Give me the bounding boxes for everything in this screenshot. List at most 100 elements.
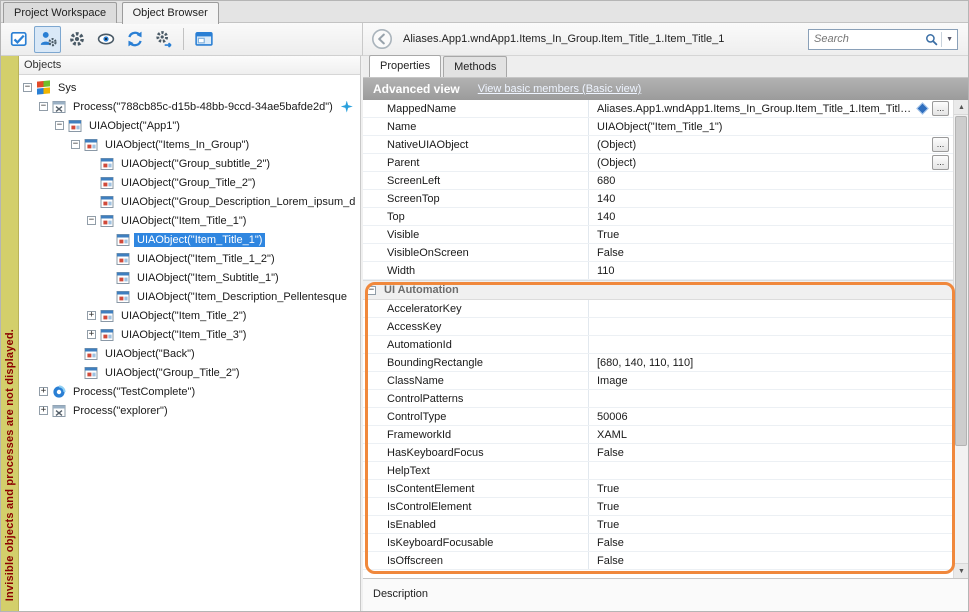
property-row[interactable]: BoundingRectangle[680, 140, 110, 110] [363,354,953,372]
property-row[interactable]: VisibleOnScreenFalse [363,244,953,262]
property-row[interactable]: ControlType50006 [363,408,953,426]
property-value: XAML [589,426,953,443]
property-name: Name [363,118,589,135]
tree-item[interactable]: UIAObject("Item_Subtitle_1") [19,268,360,287]
scrollbar-thumb[interactable] [955,116,967,446]
property-row[interactable]: AutomationId [363,336,953,354]
vertical-scrollbar[interactable]: ▲ ▼ [953,100,968,578]
expand-icon[interactable]: + [39,406,48,415]
ellipsis-button[interactable]: ... [932,101,949,116]
search-dropdown-icon[interactable]: ▼ [945,36,957,43]
tree-item[interactable]: +Process("TestComplete") [19,382,360,401]
property-name: HelpText [363,462,589,479]
search-icon[interactable] [925,33,938,46]
section-header-ui-automation[interactable]: −UI Automation [363,280,953,300]
section-title: UI Automation [384,284,459,296]
tree-item-label: UIAObject("Item_Title_2") [118,309,249,323]
property-value-text: (Object) [597,157,932,169]
refresh-button[interactable] [121,26,148,53]
scroll-down-icon[interactable]: ▼ [954,563,968,578]
objects-tree-panel: Objects −Sys−Process("788cb85c-d15b-48bb… [19,56,361,611]
tree-item[interactable]: UIAObject("Item_Description_Pellentesque [19,287,360,306]
tree-item[interactable]: −UIAObject("Item_Title_1") [19,211,360,230]
property-value: [680, 140, 110, 110] [589,354,953,371]
collapse-icon[interactable]: − [39,102,48,111]
collapse-icon[interactable]: − [87,216,96,225]
property-value [589,318,953,335]
tree-item[interactable]: −Sys [19,78,360,97]
property-row[interactable]: HelpText [363,462,953,480]
highlight-check-icon [10,30,28,48]
property-name: ClassName [363,372,589,389]
show-panel-button[interactable] [190,26,217,53]
property-row[interactable]: IsEnabledTrue [363,516,953,534]
property-row[interactable]: ClassNameImage [363,372,953,390]
property-value: (Object)... [589,154,953,171]
property-row[interactable]: IsOffscreenFalse [363,552,953,570]
tab-object-browser[interactable]: Object Browser [122,2,219,24]
property-row[interactable]: IsKeyboardFocusableFalse [363,534,953,552]
basic-view-link[interactable]: View basic members (Basic view) [478,83,642,95]
tree-item[interactable]: − Process("788cb85c-d15b-48bb-9ccd-34ae5b… [19,97,360,116]
property-name: AccessKey [363,318,589,335]
property-row[interactable]: Top140 [363,208,953,226]
property-row[interactable]: NativeUIAObject(Object)... [363,136,953,154]
tree-item[interactable]: UIAObject("Group_Description_Lorem_ipsum… [19,192,360,211]
tree-item-label: Process("788cb85c-d15b-48bb-9ccd-34ae5ba… [70,100,336,114]
settings-gear-button[interactable] [63,26,90,53]
property-row[interactable]: ScreenLeft680 [363,172,953,190]
sync-gear-button[interactable] [150,26,177,53]
tree-item[interactable]: UIAObject("Item_Title_1") [19,230,360,249]
property-value-text: 110 [597,265,949,277]
property-row[interactable]: IsContentElementTrue [363,480,953,498]
tree-item[interactable]: −UIAObject("App1") [19,116,360,135]
uia-icon [116,271,130,285]
tree-item[interactable]: UIAObject("Item_Title_1_2") [19,249,360,268]
back-button[interactable] [371,27,395,51]
scroll-up-icon[interactable]: ▲ [954,100,968,115]
highlight-check-button[interactable] [5,26,32,53]
tree-item[interactable]: + UIAObject("Item_Title_2") [19,306,360,325]
expand-icon[interactable]: + [87,311,96,320]
property-row[interactable]: HasKeyboardFocusFalse [363,444,953,462]
property-row[interactable]: MappedNameAliases.App1.wndApp1.Items_In_… [363,100,953,118]
search-box: ▼ [808,29,958,50]
property-value-text: 140 [597,211,949,223]
object-spy-icon [39,30,57,48]
tree-item[interactable]: UIAObject("Group_subtitle_2") [19,154,360,173]
property-value-text: False [597,247,949,259]
property-row[interactable]: IsControlElementTrue [363,498,953,516]
property-row[interactable]: Parent(Object)... [363,154,953,172]
mapped-name-icon [918,104,928,114]
expand-icon[interactable]: + [39,387,48,396]
tree-item-label: UIAObject("Item_Title_1_2") [134,252,278,266]
tree-item[interactable]: UIAObject("Group_Title_2") [19,363,360,382]
search-input[interactable] [814,33,925,45]
object-spy-button[interactable] [34,26,61,53]
property-row[interactable]: ControlPatterns [363,390,953,408]
tree-item[interactable]: UIAObject("Group_Title_2") [19,173,360,192]
collapse-icon[interactable]: − [23,83,32,92]
property-row[interactable]: VisibleTrue [363,226,953,244]
property-row[interactable]: FrameworkIdXAML [363,426,953,444]
tree-item[interactable]: −UIAObject("Items_In_Group") [19,135,360,154]
ellipsis-button[interactable]: ... [932,137,949,152]
property-row[interactable]: Width110 [363,262,953,280]
expand-icon[interactable]: + [87,330,96,339]
collapse-icon[interactable]: − [367,286,376,295]
tab-properties[interactable]: Properties [369,55,441,77]
collapse-icon[interactable]: − [71,140,80,149]
view-eye-button[interactable] [92,26,119,53]
property-row[interactable]: NameUIAObject("Item_Title_1") [363,118,953,136]
property-row[interactable]: AcceleratorKey [363,300,953,318]
ellipsis-button[interactable]: ... [932,155,949,170]
property-row[interactable]: ScreenTop140 [363,190,953,208]
tab-methods[interactable]: Methods [443,56,507,77]
tree-item[interactable]: +UIAObject("Item_Title_3") [19,325,360,344]
tree-item[interactable]: UIAObject("Back") [19,344,360,363]
collapse-icon[interactable]: − [55,121,64,130]
property-row[interactable]: AccessKey [363,318,953,336]
tree-item[interactable]: +Process("explorer") [19,401,360,420]
tab-project-workspace[interactable]: Project Workspace [3,2,117,23]
property-name: NativeUIAObject [363,136,589,153]
